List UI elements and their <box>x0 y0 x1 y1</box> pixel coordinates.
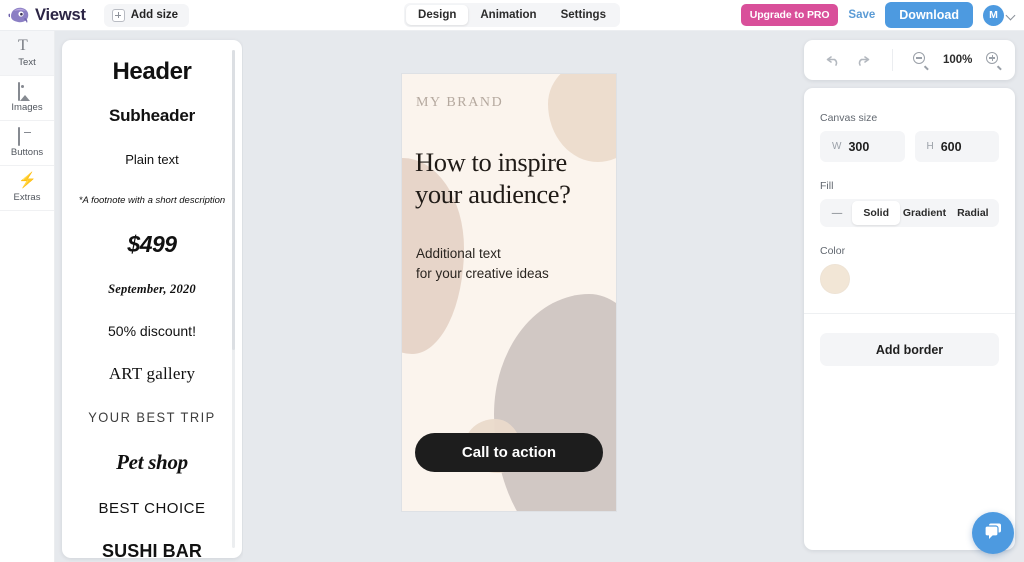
app-header: Viewst Add size Design Animation Setting… <box>0 0 1024 31</box>
tab-design[interactable]: Design <box>406 5 469 25</box>
sidebar-item-text[interactable]: T Text <box>0 31 54 76</box>
sidebar-item-label: Images <box>11 102 43 113</box>
canvas-height-input[interactable]: H 600 <box>914 131 999 162</box>
download-button[interactable]: Download <box>885 2 973 28</box>
tab-settings[interactable]: Settings <box>549 5 618 25</box>
canvas-sub-line2: for your creative ideas <box>416 266 549 281</box>
add-border-button[interactable]: Add border <box>820 333 999 366</box>
sidebar-item-label: Extras <box>13 192 41 203</box>
canvas-subtext[interactable]: Additional text for your creative ideas <box>416 244 596 284</box>
add-size-button[interactable]: Add size <box>103 3 190 27</box>
app-root: Viewst Add size Design Animation Setting… <box>0 0 1024 562</box>
sidebar-item-images[interactable]: Images <box>0 76 54 121</box>
text-t-icon: T <box>18 37 28 54</box>
zoom-level: 100% <box>943 54 973 66</box>
color-label: Color <box>820 245 846 257</box>
canvas-workspace[interactable]: MY BRAND How to inspire your audience? A… <box>243 31 804 562</box>
brand[interactable]: Viewst <box>8 5 86 25</box>
fill-option-none[interactable]: — <box>822 201 852 225</box>
brand-name: Viewst <box>35 5 86 24</box>
text-preset-date[interactable]: September, 2020 <box>62 268 242 310</box>
text-presets-panel: Header Subheader Plain text *A footnote … <box>62 40 242 558</box>
text-preset-petshop[interactable]: Pet shop <box>62 438 242 487</box>
text-preset-trip[interactable]: YOUR BEST TRIP <box>69 395 235 438</box>
canvas-content: MY BRAND How to inspire your audience? A… <box>402 74 616 511</box>
magnifier-plus-icon[interactable] <box>986 52 1003 70</box>
fill-option-radial[interactable]: Radial <box>949 201 997 225</box>
fill-option-gradient[interactable]: Gradient <box>900 201 948 225</box>
canvas-title-line2: your audience? <box>415 179 571 209</box>
color-swatch[interactable] <box>820 264 850 294</box>
add-size-label: Add size <box>130 9 179 21</box>
text-preset-footnote[interactable]: *A footnote with a short description <box>62 180 242 220</box>
viewst-fish-logo-icon <box>8 5 30 25</box>
width-value: 300 <box>848 139 870 154</box>
fill-option-solid[interactable]: Solid <box>852 201 901 225</box>
magnifier-minus-icon[interactable] <box>913 52 929 70</box>
text-presets-list: Header Subheader Plain text *A footnote … <box>62 40 242 558</box>
account-menu[interactable]: M <box>983 4 1015 26</box>
canvas-width-input[interactable]: W 300 <box>820 131 905 162</box>
height-key: H <box>926 141 934 152</box>
text-preset-best[interactable]: BEST CHOICE <box>62 487 242 530</box>
redo-arrow-icon[interactable] <box>855 54 870 67</box>
sidebar-item-label: Buttons <box>10 147 44 158</box>
header-tabs: Design Animation Settings <box>404 3 620 27</box>
panel-scrollbar-thumb[interactable] <box>232 50 235 350</box>
upgrade-to-pro-button[interactable]: Upgrade to PRO <box>740 4 839 26</box>
text-preset-price[interactable]: $499 <box>62 220 242 268</box>
avatar: M <box>983 4 1004 26</box>
fill-type-segmented-control: — Solid Gradient Radial <box>820 199 999 227</box>
tab-animation[interactable]: Animation <box>468 5 548 25</box>
text-preset-header[interactable]: Header <box>62 50 242 94</box>
canvas-sub-line1: Additional text <box>416 246 501 261</box>
fill-label: Fill <box>820 180 834 192</box>
fill-section: Fill — Solid Gradient Radial <box>804 162 1015 227</box>
chevron-down-icon <box>1007 11 1015 19</box>
toolbar-divider <box>892 49 893 71</box>
zoom-toolbar: 100% <box>804 40 1015 80</box>
design-canvas[interactable]: MY BRAND How to inspire your audience? A… <box>402 74 616 511</box>
history-controls <box>804 54 870 67</box>
text-preset-subheader[interactable]: Subheader <box>62 94 242 138</box>
lightning-bolt-icon: ⚡ <box>18 172 37 189</box>
canvas-size-label: Canvas size <box>820 112 878 124</box>
image-icon <box>18 82 36 101</box>
text-preset-discount[interactable]: 50% discount! <box>62 310 242 352</box>
properties-divider <box>804 313 1015 314</box>
canvas-size-section: Canvas size W 300 H 600 <box>804 88 1015 162</box>
height-value: 600 <box>940 139 962 154</box>
undo-arrow-icon[interactable] <box>826 54 841 67</box>
text-preset-plain[interactable]: Plain text <box>62 138 242 180</box>
sidebar-item-buttons[interactable]: Buttons <box>0 121 54 166</box>
canvas-brand-text[interactable]: MY BRAND <box>416 95 503 111</box>
canvas-cta-button[interactable]: Call to action <box>415 433 603 472</box>
button-icon <box>18 127 36 146</box>
canvas-title[interactable]: How to inspire your audience? <box>415 146 605 210</box>
width-key: W <box>832 141 842 152</box>
chat-widget-button[interactable] <box>972 512 1014 554</box>
color-section: Color <box>804 227 1015 294</box>
text-preset-art[interactable]: ART gallery <box>62 352 242 395</box>
sidebar-item-extras[interactable]: ⚡ Extras <box>0 166 54 211</box>
zoom-controls: 100% <box>913 52 1003 70</box>
chat-bubbles-icon <box>982 521 1004 546</box>
properties-panel: Canvas size W 300 H 600 Fill — Solid Gra… <box>804 88 1015 550</box>
canvas-size-fields: W 300 H 600 <box>820 131 999 162</box>
left-sidebar: T Text Images Buttons ⚡ Extras <box>0 31 55 562</box>
canvas-title-line1: How to inspire <box>415 147 567 177</box>
text-preset-sushi[interactable]: SUSHI BAR <box>62 530 242 558</box>
plus-square-icon <box>111 8 125 22</box>
header-actions: Upgrade to PRO Save Download M <box>740 2 1015 28</box>
save-button[interactable]: Save <box>848 9 875 21</box>
sidebar-item-label: Text <box>18 57 36 68</box>
